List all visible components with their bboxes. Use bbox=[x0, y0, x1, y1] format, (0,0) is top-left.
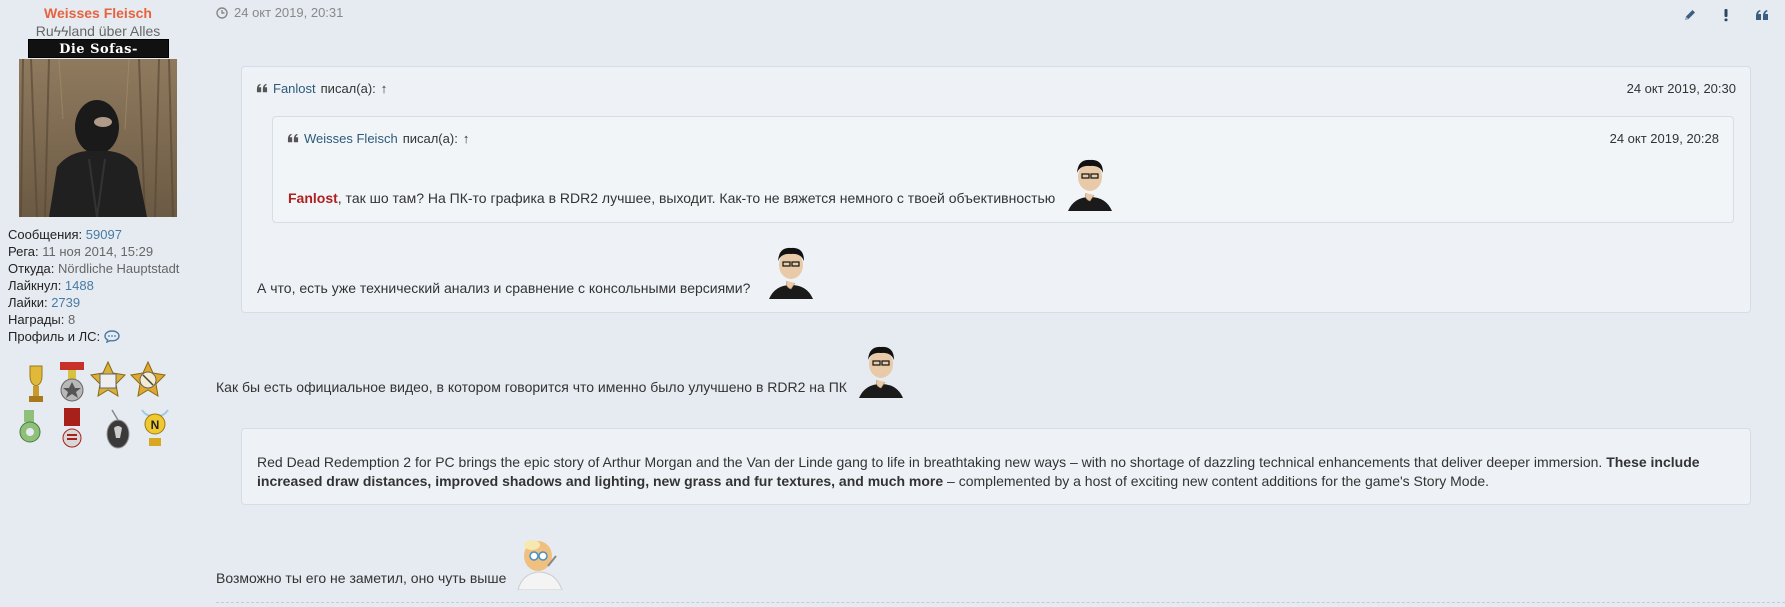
quote-block-weisses-fleisch: Weisses Fleisch писал(а): ↑ 24 окт 2019,… bbox=[272, 116, 1734, 223]
clock-icon bbox=[216, 6, 228, 19]
reply-text: Как бы есть официальное видео, в котором… bbox=[216, 379, 847, 395]
quote-icon[interactable] bbox=[1755, 8, 1769, 22]
user-sidebar: Weisses Fleisch Ruϟϟland über Alles Die … bbox=[0, 0, 213, 607]
award-medal-icon[interactable] bbox=[60, 362, 84, 402]
stat-registered: Рега: 11 ноя 2014, 15:29 bbox=[8, 244, 154, 259]
svg-text:N: N bbox=[151, 418, 160, 432]
quote-header: Weisses Fleisch писал(а): ↑ bbox=[287, 131, 469, 146]
stat-profile: Профиль и ЛС: bbox=[8, 328, 179, 345]
award-n-trophy-icon[interactable]: N bbox=[141, 409, 169, 446]
award-trophy-icon[interactable] bbox=[29, 365, 43, 402]
jump-to-quote-arrow[interactable]: ↑ bbox=[463, 131, 470, 146]
award-star-compass-icon[interactable] bbox=[129, 360, 167, 397]
quote-header: Fanlost писал(а): ↑ bbox=[256, 81, 387, 96]
stat-likes: Лайки: 2739 bbox=[8, 295, 81, 310]
avatar[interactable] bbox=[19, 59, 177, 217]
stat-awards: Награды: 8 bbox=[8, 312, 76, 327]
quote-date: 24 окт 2019, 20:28 bbox=[1609, 131, 1719, 146]
award-green-medal-icon[interactable] bbox=[19, 410, 41, 443]
stat-likes-value[interactable]: 2739 bbox=[51, 295, 80, 310]
user-mention[interactable]: Fanlost bbox=[288, 190, 338, 206]
closing-text: Возможно ты его не заметил, оно чуть выш… bbox=[216, 570, 507, 586]
quoted-excerpt: Red Dead Redemption 2 for PC brings the … bbox=[241, 428, 1751, 505]
award-star-icon[interactable] bbox=[89, 360, 127, 397]
jump-to-quote-arrow[interactable]: ↑ bbox=[381, 81, 388, 96]
award-red-ribbon-icon[interactable] bbox=[62, 408, 82, 448]
stat-liked: Лайкнул: 1488 bbox=[8, 278, 94, 293]
quote-mark-icon bbox=[287, 133, 299, 143]
thinking-man-smiley-icon bbox=[769, 247, 813, 299]
user-rank-title: Ruϟϟland über Alles bbox=[35, 23, 161, 39]
quote-author-link[interactable]: Weisses Fleisch bbox=[304, 131, 398, 146]
post-date: 24 окт 2019, 20:31 bbox=[216, 5, 343, 20]
quote-date: 24 окт 2019, 20:30 bbox=[1626, 81, 1736, 96]
award-pendant-icon[interactable] bbox=[106, 409, 130, 449]
exclamation-icon[interactable] bbox=[1719, 8, 1733, 22]
stat-posts: Сообщения: 59097 bbox=[8, 227, 122, 242]
user-stats: Сообщения: 59097 Рега: 11 ноя 2014, 15:2… bbox=[8, 226, 179, 345]
professor-smiley-icon bbox=[517, 540, 563, 590]
stat-liked-value[interactable]: 1488 bbox=[65, 278, 94, 293]
awards-grid: N bbox=[12, 360, 182, 460]
quote-mark-icon bbox=[256, 83, 268, 93]
inner-quote-text: Fanlost, так шо там? На ПК-то графика в … bbox=[288, 190, 1056, 206]
chat-icon[interactable] bbox=[104, 330, 120, 344]
stat-posts-value[interactable]: 59097 bbox=[86, 227, 122, 242]
pencil-icon[interactable] bbox=[1683, 8, 1697, 22]
post-divider bbox=[216, 602, 1785, 603]
thinking-man-smiley-icon bbox=[1068, 159, 1112, 211]
stat-location: Откуда: Nördliche Hauptstadt bbox=[8, 261, 180, 276]
quote-block-fanlost: Fanlost писал(а): ↑ 24 окт 2019, 20:30 W… bbox=[241, 66, 1751, 313]
post-actions bbox=[1683, 8, 1769, 22]
thinking-man-smiley-icon bbox=[859, 346, 903, 398]
quote-author-link[interactable]: Fanlost bbox=[273, 81, 316, 96]
outer-quote-text: А что, есть уже технический анализ и сра… bbox=[257, 280, 751, 296]
username-link[interactable]: Weisses Fleisch bbox=[0, 5, 196, 21]
division-banner: Die Sofas-Division bbox=[28, 39, 169, 76]
